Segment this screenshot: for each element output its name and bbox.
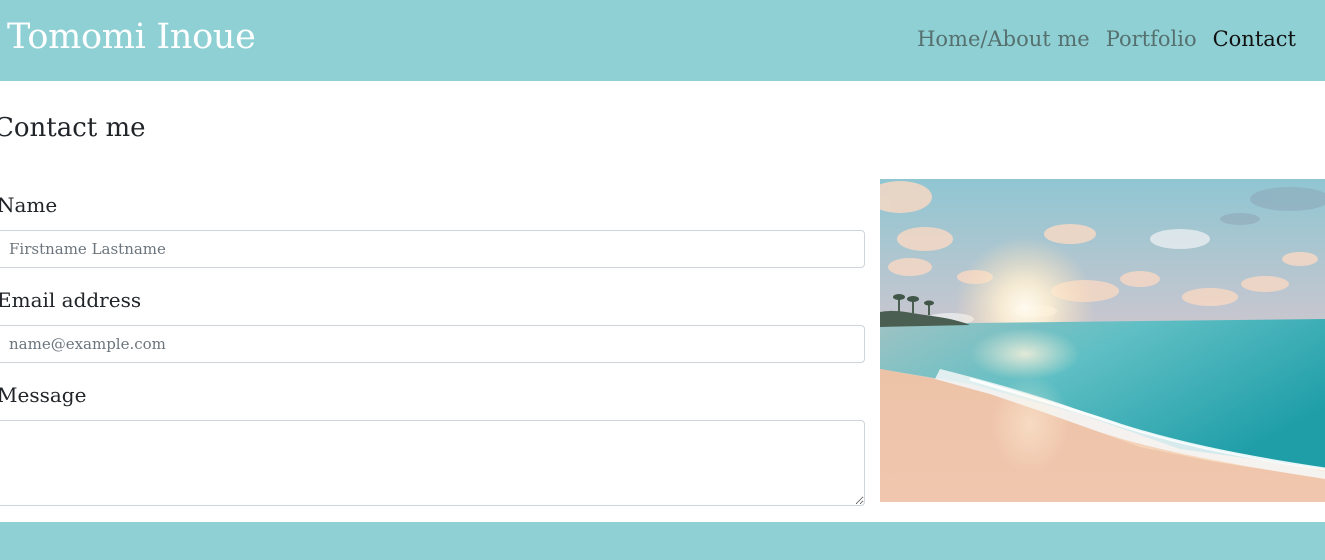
name-input[interactable] (0, 230, 865, 268)
beach-sunset-illustration (880, 179, 1325, 502)
email-input[interactable] (0, 325, 865, 363)
name-label: Name (0, 193, 58, 217)
navbar: Tomomi Inoue Home/About me Portfolio Con… (0, 0, 1325, 81)
nav-link-home-about[interactable]: Home/About me (917, 24, 1090, 54)
message-textarea[interactable] (0, 420, 865, 506)
message-label: Message (0, 383, 87, 407)
page-title: Contact me (0, 113, 146, 143)
nav-links: Home/About me Portfolio Contact (917, 24, 1296, 54)
nav-link-contact[interactable]: Contact (1213, 24, 1296, 54)
brand-logo[interactable]: Tomomi Inoue (7, 14, 256, 60)
footer (0, 522, 1325, 560)
beach-sunset-photo (880, 179, 1325, 502)
email-label: Email address (0, 288, 142, 312)
nav-link-portfolio[interactable]: Portfolio (1106, 24, 1197, 54)
